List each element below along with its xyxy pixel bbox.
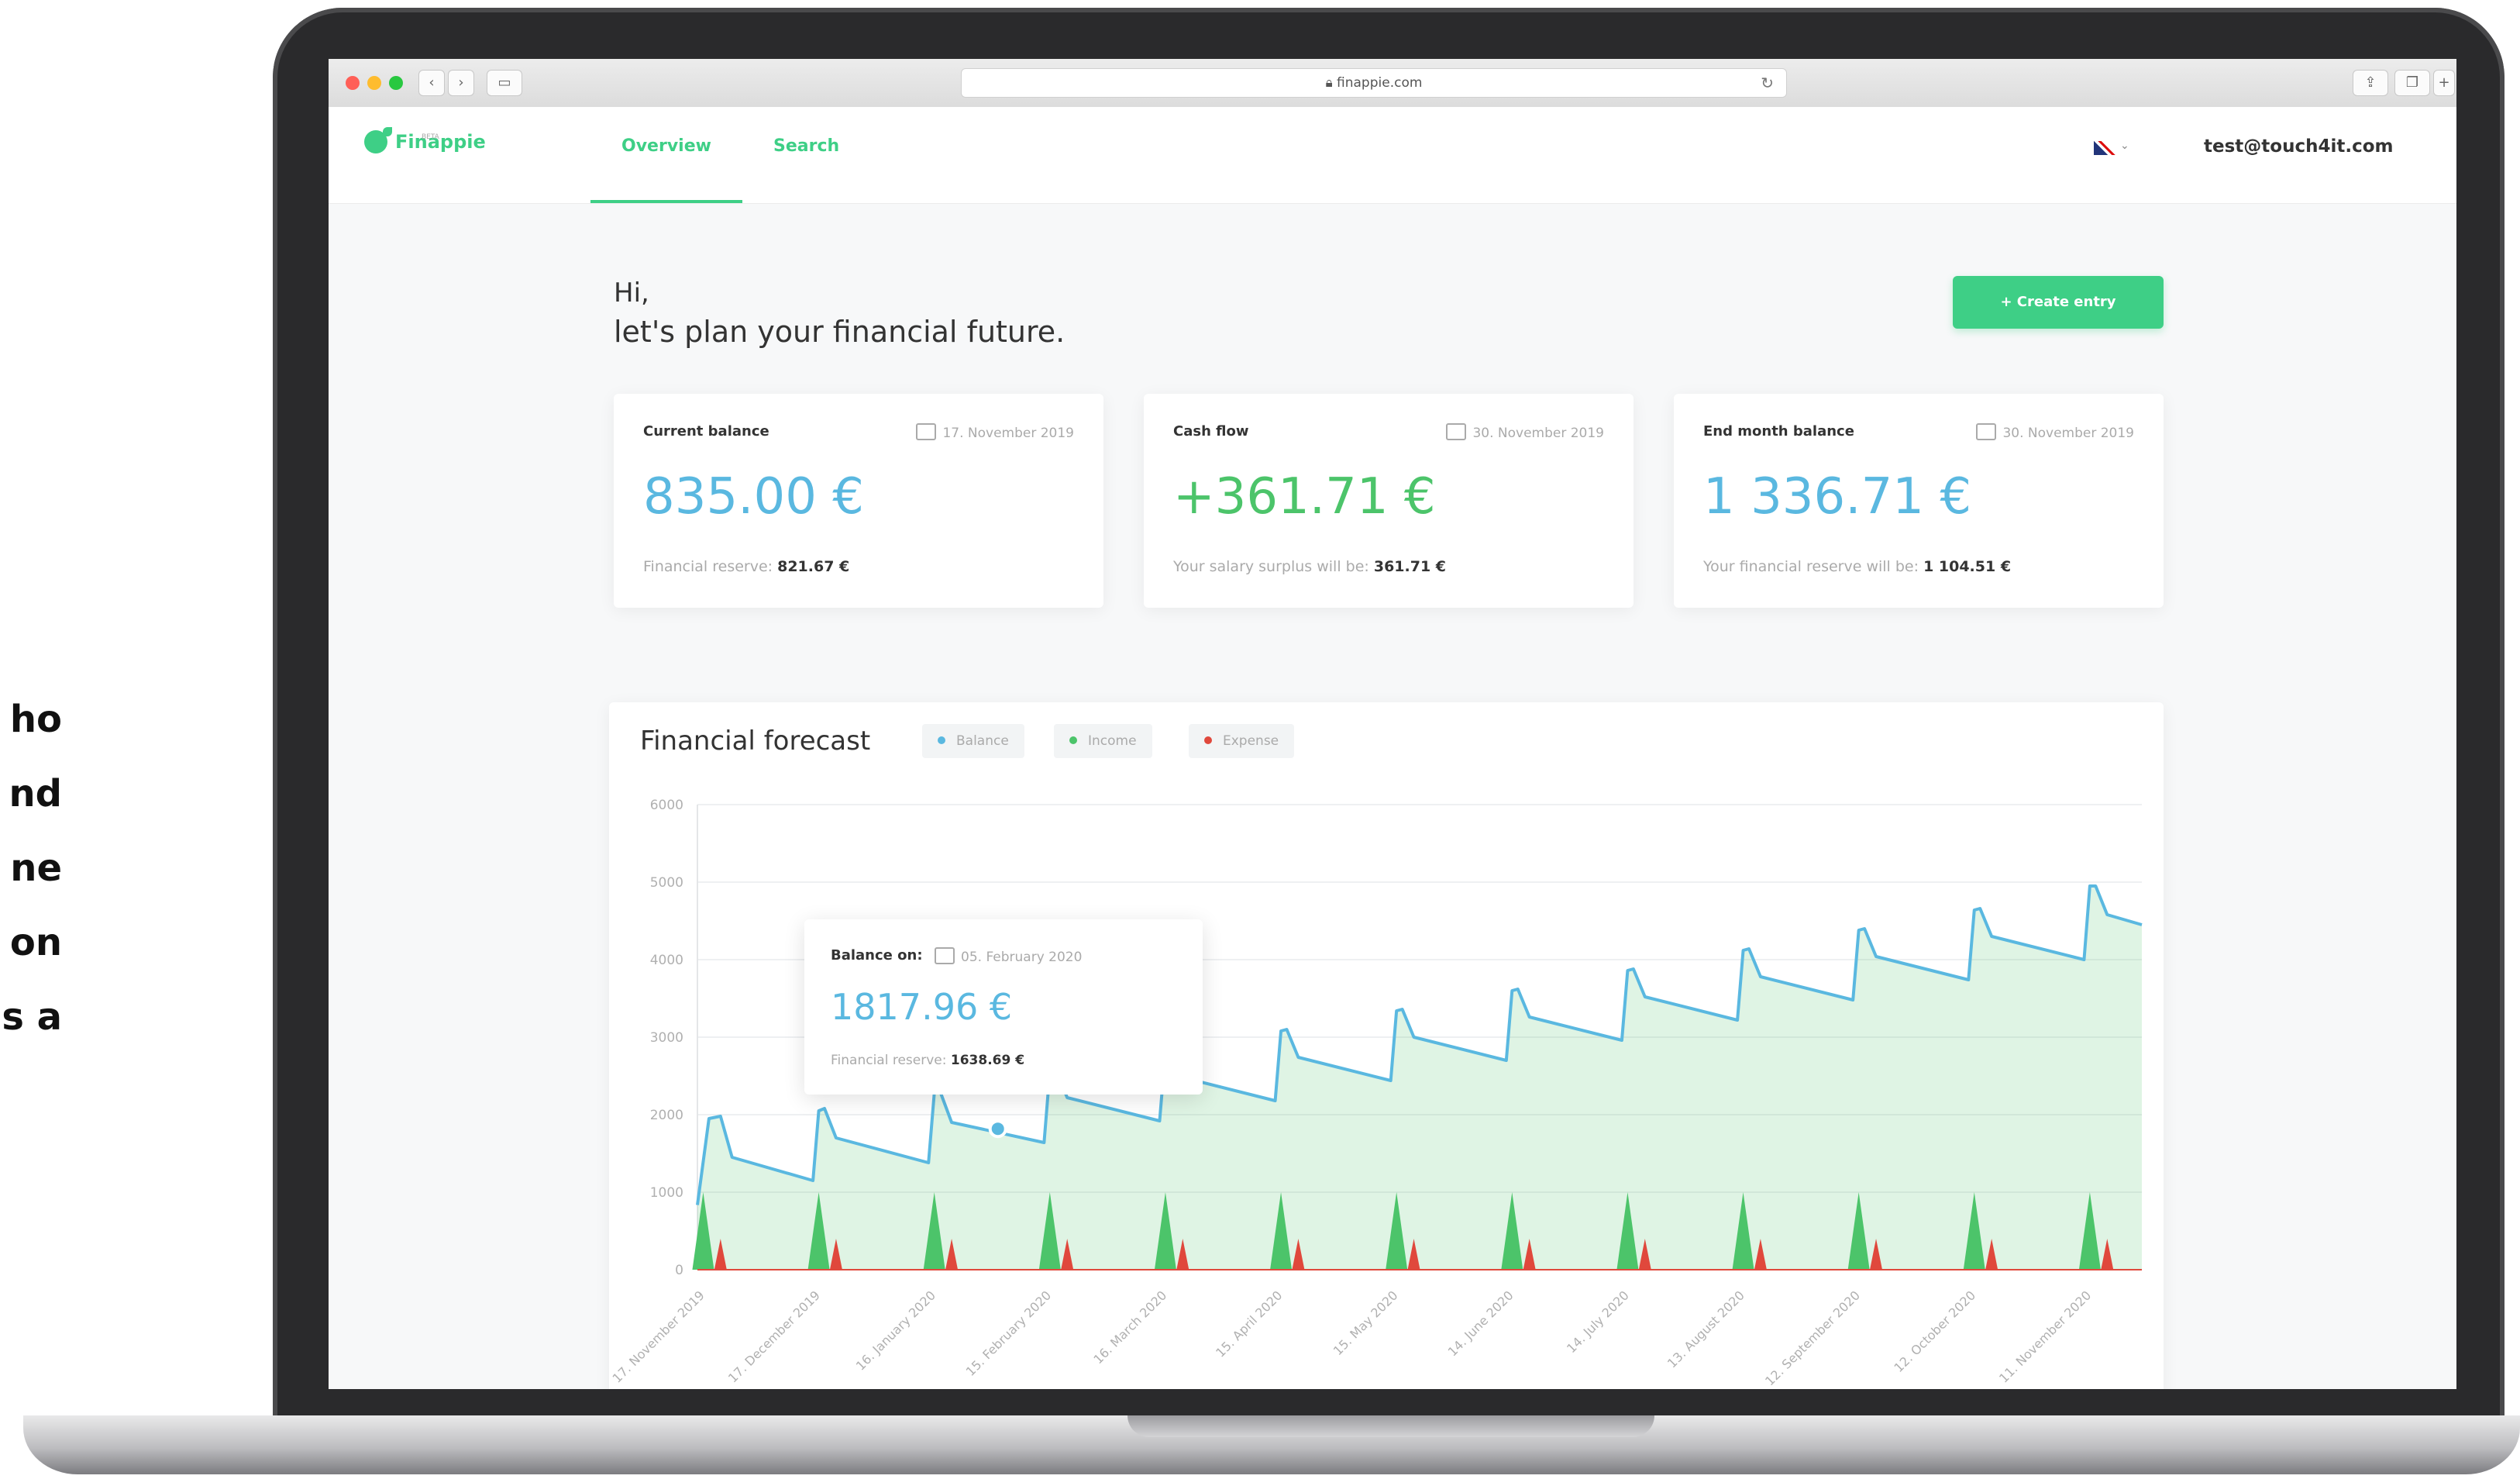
uk-flag-icon[interactable] [2094, 141, 2115, 155]
card-value: 835.00 € [643, 468, 864, 526]
card-title: Current balance [643, 423, 769, 440]
laptop-screen: ‹ › ▭ 🔒︎ finappie.com ↻ ⇪ ❐ + Finappie B… [329, 59, 2456, 1389]
y-tick-label: 3000 [650, 1030, 683, 1046]
maximize-window-button[interactable] [389, 76, 403, 90]
tooltip-sub: Financial reserve: 1638.69 € [831, 1053, 1024, 1068]
end-month-balance-card: End month balance 30. November 2019 1 33… [1674, 394, 2164, 608]
y-tick-label: 1000 [650, 1185, 683, 1201]
tabs-icon: ❐ [2405, 74, 2419, 91]
greeting-line-2: let's plan your financial future. [614, 315, 1065, 349]
y-tick-label: 4000 [650, 953, 683, 968]
card-date[interactable]: 30. November 2019 [1446, 423, 1604, 441]
side-text-line: s a [2, 995, 62, 1039]
new-tab-button[interactable]: + [2433, 70, 2455, 96]
card-sub: Financial reserve: 821.67 € [643, 558, 849, 575]
card-sub: Your salary surplus will be: 361.71 € [1173, 558, 1446, 575]
card-sub-label: Your financial reserve will be: [1703, 558, 1919, 575]
tooltip-sub-label: Financial reserve: [831, 1053, 947, 1068]
create-entry-button[interactable]: + Create entry [1953, 276, 2164, 329]
card-title: Cash flow [1173, 423, 1249, 440]
x-tick-label: 17. November 2019 [610, 1288, 707, 1385]
laptop-notch [1127, 1415, 1654, 1437]
lock-icon: 🔒︎ [1325, 75, 1333, 91]
plus-icon: + [2438, 74, 2450, 91]
y-tick-label: 6000 [650, 798, 683, 813]
card-date[interactable]: 17. November 2019 [916, 423, 1074, 441]
x-tick-label: 13. August 2020 [1665, 1288, 1747, 1370]
chevron-down-icon[interactable]: ⌄ [2120, 140, 2129, 152]
card-sub-value: 821.67 € [777, 558, 850, 575]
share-icon: ⇪ [2364, 74, 2377, 91]
browser-toolbar: ‹ › ▭ 🔒︎ finappie.com ↻ ⇪ ❐ + [329, 59, 2456, 108]
card-sub-value: 1 104.51 € [1923, 558, 2012, 575]
x-tick-label: 12. September 2020 [1762, 1288, 1863, 1388]
card-sub-label: Your salary surplus will be: [1173, 558, 1369, 575]
y-tick-label: 5000 [650, 875, 683, 891]
logo-beta-label: BETA [422, 133, 439, 141]
chevron-left-icon: ‹ [429, 74, 435, 91]
chart-tooltip: Balance on: 05. February 2020 1817.96 € … [804, 919, 1203, 1095]
sidebar-icon: ▭ [497, 74, 511, 91]
card-sub-value: 361.71 € [1373, 558, 1447, 575]
highlight-point [988, 1119, 1007, 1139]
back-button[interactable]: ‹ [418, 70, 445, 96]
x-tick-label: 12. October 2020 [1891, 1288, 1978, 1375]
reload-icon[interactable]: ↻ [1761, 69, 1774, 97]
side-text-line: nd [9, 772, 62, 815]
x-tick-label: 14. July 2020 [1564, 1288, 1632, 1356]
calendar-icon [916, 423, 937, 440]
cash-flow-card: Cash flow 30. November 2019 +361.71 € Yo… [1144, 394, 1634, 608]
tabs-overview-button[interactable]: ❐ [2394, 70, 2430, 96]
y-tick-label: 0 [675, 1263, 683, 1278]
card-date-text: 30. November 2019 [1472, 426, 1604, 441]
chevron-right-icon: › [458, 74, 464, 91]
side-text-line: on [9, 921, 62, 964]
address-bar[interactable]: 🔒︎ finappie.com ↻ [961, 68, 1787, 98]
side-text-line: ne [10, 846, 62, 890]
calendar-icon [1976, 423, 1997, 440]
minimize-window-button[interactable] [367, 76, 381, 90]
card-value: 1 336.71 € [1703, 468, 1972, 526]
active-tab-indicator [590, 200, 742, 203]
card-date-text: 17. November 2019 [942, 426, 1074, 441]
y-tick-label: 2000 [650, 1108, 683, 1123]
x-tick-label: 17. December 2019 [725, 1288, 823, 1385]
tooltip-date: 05. February 2020 [935, 947, 1082, 965]
tooltip-title: Balance on: [831, 947, 923, 964]
user-email[interactable]: test@touch4it.com [2204, 136, 2393, 157]
card-value: +361.71 € [1173, 468, 1436, 526]
logo-text: Finappie [395, 131, 486, 153]
url-text: finappie.com [1337, 75, 1423, 91]
share-button[interactable]: ⇪ [2353, 70, 2388, 96]
current-balance-card: Current balance 17. November 2019 835.00… [614, 394, 1103, 608]
side-text-line: ho [9, 698, 62, 741]
x-tick-label: 14. June 2020 [1445, 1288, 1516, 1359]
sidebar-toggle-button[interactable]: ▭ [487, 70, 522, 96]
tab-search[interactable]: Search [773, 136, 839, 156]
side-marketing-text: ho nd ne on s a [0, 682, 62, 1054]
card-date-text: 30. November 2019 [2002, 426, 2134, 441]
x-tick-label: 15. February 2020 [963, 1288, 1055, 1379]
card-title: End month balance [1703, 423, 1854, 440]
tooltip-value: 1817.96 € [831, 986, 1013, 1028]
calendar-icon [1446, 423, 1467, 440]
greeting-line-1: Hi, [614, 278, 649, 309]
card-sub: Your financial reserve will be: 1 104.51… [1703, 558, 2011, 575]
tooltip-sub-value: 1638.69 € [950, 1053, 1025, 1068]
tooltip-date-text: 05. February 2020 [961, 950, 1083, 965]
forward-button[interactable]: › [448, 70, 474, 96]
card-date[interactable]: 30. November 2019 [1976, 423, 2134, 441]
x-tick-label: 15. April 2020 [1213, 1288, 1285, 1360]
logo-icon [364, 127, 392, 153]
app-header: Finappie BETA Overview Search ⌄ test@tou… [329, 107, 2456, 204]
x-tick-label: 16. January 2020 [853, 1288, 938, 1373]
close-window-button[interactable] [346, 76, 360, 90]
calendar-icon [935, 947, 955, 964]
card-sub-label: Financial reserve: [643, 558, 773, 575]
x-tick-label: 15. May 2020 [1331, 1288, 1401, 1358]
x-tick-label: 16. March 2020 [1090, 1288, 1169, 1367]
tab-overview[interactable]: Overview [621, 136, 711, 156]
x-tick-label: 11. November 2020 [1996, 1288, 2094, 1385]
